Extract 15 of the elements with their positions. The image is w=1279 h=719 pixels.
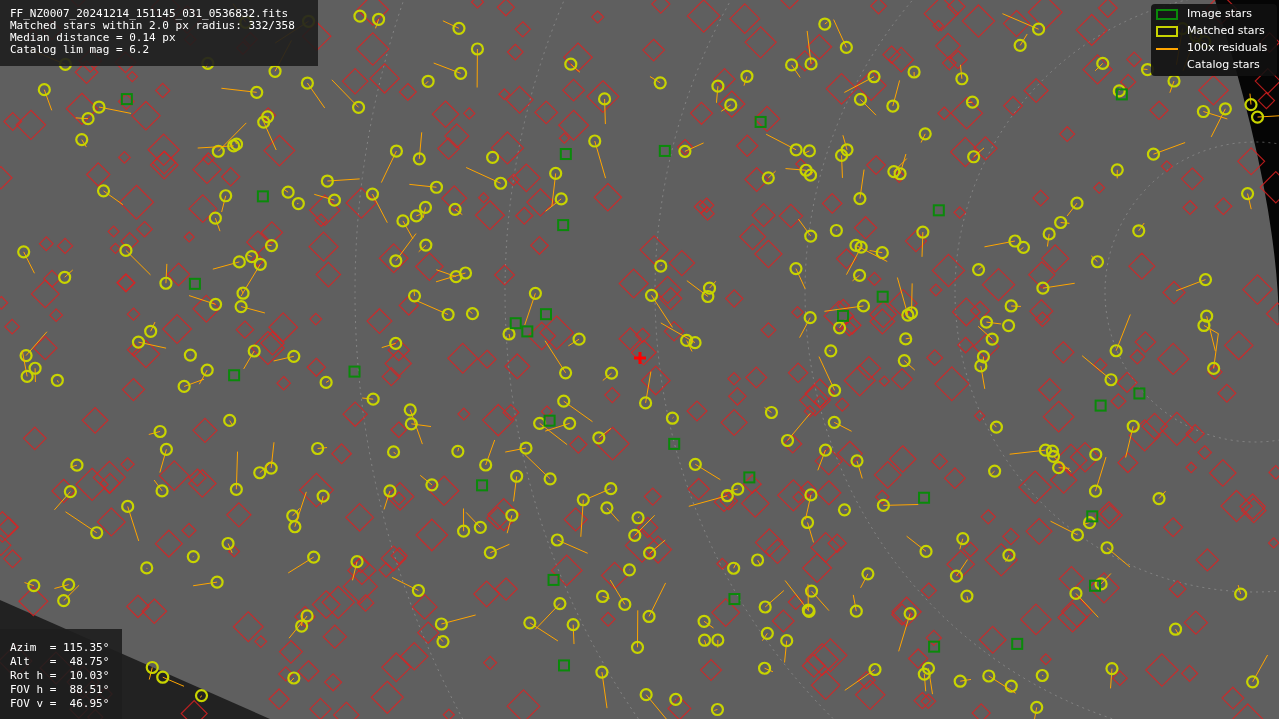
legend-label: Catalog stars bbox=[1187, 57, 1260, 74]
line-icon bbox=[1156, 47, 1178, 50]
info-text: Catalog lim mag = 6.2 bbox=[10, 44, 151, 56]
info-text: FF_NZ0007_20241214_151145_031_0536832.fits bbox=[10, 8, 290, 20]
pointing-text: FOV h = 88.51° bbox=[10, 683, 111, 697]
legend-label: Matched stars bbox=[1187, 23, 1265, 40]
info-text: Matched stars within 2.0 px radius: 332/358 bbox=[10, 20, 296, 32]
pointing-text: Rot h = 10.03° bbox=[10, 669, 111, 683]
pointing-text: Azim = 115.35° bbox=[10, 641, 111, 655]
legend-label: Image stars bbox=[1187, 6, 1252, 23]
pointing-text: FOV v = 46.95° bbox=[10, 697, 111, 711]
square-marker-icon bbox=[1156, 9, 1178, 20]
legend-label: 100x residuals bbox=[1187, 40, 1268, 57]
pointing-text: Alt = 48.75° bbox=[10, 655, 111, 669]
info-text: Median distance = 0.14 px bbox=[10, 32, 177, 44]
